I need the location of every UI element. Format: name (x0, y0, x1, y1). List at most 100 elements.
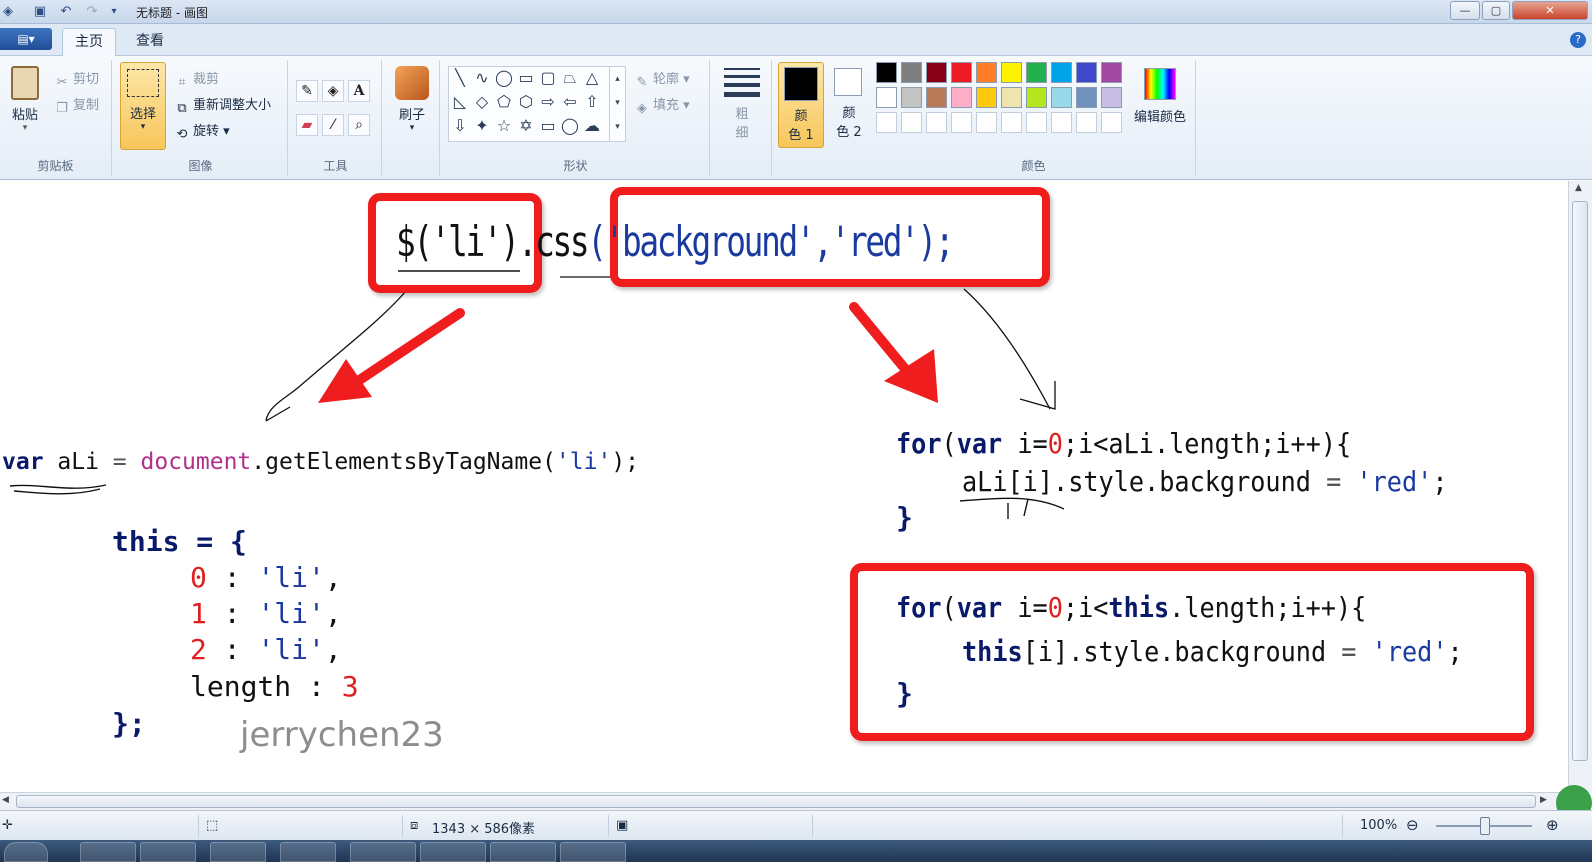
color-swatch[interactable] (926, 87, 947, 108)
color-swatch[interactable] (976, 87, 997, 108)
color-picker-icon[interactable]: ⁄ (322, 114, 344, 136)
scroll-up-icon[interactable]: ▲ (1575, 183, 1582, 193)
six-point-star-shape-icon[interactable]: ✡ (515, 115, 537, 137)
left-arrow-shape-icon[interactable]: ⇦ (559, 91, 581, 113)
right-arrow-shape-icon[interactable]: ⇨ (537, 91, 559, 113)
save-icon[interactable]: ▣ (32, 4, 48, 20)
select-button[interactable]: 选择 ▾ (120, 62, 166, 150)
color-swatch[interactable] (901, 87, 922, 108)
color-swatch[interactable] (876, 87, 897, 108)
help-icon[interactable]: ? (1570, 32, 1586, 48)
color-swatch[interactable] (1051, 62, 1072, 83)
color-swatch[interactable] (1026, 62, 1047, 83)
redo-icon[interactable]: ↷ (84, 4, 100, 20)
customize-toolbar-icon[interactable]: ▾ (106, 4, 122, 20)
color-swatch[interactable] (901, 62, 922, 83)
horizontal-scrollbar[interactable]: ◀ ▶ (0, 792, 1568, 810)
size-button[interactable]: 粗 细 (720, 64, 764, 148)
horizontal-scroll-thumb[interactable] (16, 795, 1536, 808)
rounded-rectangle-shape-icon[interactable]: ▢ (537, 67, 559, 89)
polygon-shape-icon[interactable]: ⏢ (559, 67, 581, 89)
diamond-shape-icon[interactable]: ◇ (471, 91, 493, 113)
triangle-shape-icon[interactable]: △ (581, 67, 603, 89)
custom-color-slot[interactable] (1001, 112, 1022, 133)
tab-view[interactable]: 查看 (124, 28, 176, 56)
resize-button[interactable]: ⧉ 重新调整大小 (174, 94, 271, 117)
copy-button[interactable]: ❐ 复制 (54, 94, 99, 117)
rotate-button[interactable]: ⟲ 旋转 ▾ (174, 120, 230, 143)
fill-button[interactable]: ◈ 填充 ▾ (634, 94, 690, 117)
right-triangle-shape-icon[interactable]: ◺ (449, 91, 471, 113)
custom-color-slot[interactable] (951, 112, 972, 133)
taskbar-app[interactable] (280, 842, 336, 862)
undo-icon[interactable]: ↶ (58, 4, 74, 20)
pencil-icon[interactable]: ✎ (296, 80, 318, 102)
callout-oval-shape-icon[interactable]: ◯ (559, 115, 581, 137)
custom-color-slot[interactable] (876, 112, 897, 133)
vertical-scrollbar[interactable]: ▲ (1568, 181, 1592, 792)
taskbar-app[interactable] (420, 842, 486, 862)
custom-color-slot[interactable] (1076, 112, 1097, 133)
callout-rect-shape-icon[interactable]: ▭ (537, 115, 559, 137)
taskbar-app[interactable] (210, 842, 266, 862)
color2-button[interactable]: 颜 色 2 (828, 62, 870, 148)
zoom-out-icon[interactable]: ⊖ (1406, 816, 1419, 834)
color-swatch[interactable] (951, 62, 972, 83)
custom-color-slot[interactable] (1051, 112, 1072, 133)
outline-button[interactable]: ✎ 轮廓 ▾ (634, 68, 690, 91)
line-shape-icon[interactable]: ╲ (449, 67, 471, 89)
color-swatch[interactable] (1001, 62, 1022, 83)
shapes-scroll[interactable]: ▴ ▾ ▾ (609, 67, 625, 141)
taskbar-app[interactable] (350, 842, 416, 862)
tab-home[interactable]: 主页 (62, 28, 116, 56)
custom-color-slot[interactable] (901, 112, 922, 133)
text-tool-icon[interactable]: A (348, 80, 370, 102)
maximize-button[interactable]: ▢ (1482, 1, 1510, 20)
color1-button[interactable]: 颜 色 1 (778, 62, 824, 148)
minimize-button[interactable]: — (1450, 1, 1480, 20)
color-swatch[interactable] (951, 87, 972, 108)
app-menu-button[interactable]: ▤▾ (0, 28, 52, 50)
drawing-canvas[interactable]: $('li').css('background','red'); var aLi… (0, 181, 1568, 792)
custom-color-slot[interactable] (976, 112, 997, 133)
scroll-left-icon[interactable]: ◀ (2, 795, 9, 805)
paint-app-icon[interactable]: ◈ (0, 4, 16, 20)
color-swatch[interactable] (1101, 62, 1122, 83)
taskbar-app[interactable] (140, 842, 196, 862)
color-swatch[interactable] (1051, 87, 1072, 108)
taskbar-app[interactable] (560, 842, 626, 862)
color-swatch[interactable] (1076, 87, 1097, 108)
four-point-star-shape-icon[interactable]: ✦ (471, 115, 493, 137)
color-swatch[interactable] (1026, 87, 1047, 108)
pentagon-shape-icon[interactable]: ⬠ (493, 91, 515, 113)
color-swatch[interactable] (976, 62, 997, 83)
start-button[interactable] (4, 842, 48, 862)
zoom-in-icon[interactable]: ⊕ (1546, 816, 1559, 834)
cut-button[interactable]: ✂ 剪切 (54, 68, 99, 91)
up-arrow-shape-icon[interactable]: ⇧ (581, 91, 603, 113)
oval-shape-icon[interactable]: ◯ (493, 67, 515, 89)
custom-color-slot[interactable] (1026, 112, 1047, 133)
magnifier-icon[interactable]: ⌕ (348, 114, 370, 136)
callout-cloud-shape-icon[interactable]: ☁ (581, 115, 603, 137)
close-button[interactable]: ✕ (1512, 1, 1588, 20)
zoom-slider-thumb[interactable] (1480, 817, 1490, 835)
color-swatch[interactable] (926, 62, 947, 83)
edit-colors-button[interactable]: 编辑颜色 (1128, 64, 1192, 148)
taskbar-app[interactable] (490, 842, 556, 862)
color-swatch[interactable] (1001, 87, 1022, 108)
vertical-scroll-thumb[interactable] (1572, 201, 1588, 761)
color-swatch[interactable] (876, 62, 897, 83)
curve-shape-icon[interactable]: ∿ (471, 67, 493, 89)
down-arrow-shape-icon[interactable]: ⇩ (449, 115, 471, 137)
color-swatch[interactable] (1076, 62, 1097, 83)
hexagon-shape-icon[interactable]: ⬡ (515, 91, 537, 113)
custom-color-slot[interactable] (1101, 112, 1122, 133)
color-swatch[interactable] (1101, 87, 1122, 108)
eraser-icon[interactable]: ▰ (296, 114, 318, 136)
five-point-star-shape-icon[interactable]: ☆ (493, 115, 515, 137)
brush-button[interactable]: 刷子 ▾ (390, 64, 434, 148)
crop-button[interactable]: ⌗ 裁剪 (174, 68, 219, 91)
fill-bucket-icon[interactable]: ◈ (322, 80, 344, 102)
paste-button[interactable]: 粘贴 ▾ (6, 64, 44, 148)
